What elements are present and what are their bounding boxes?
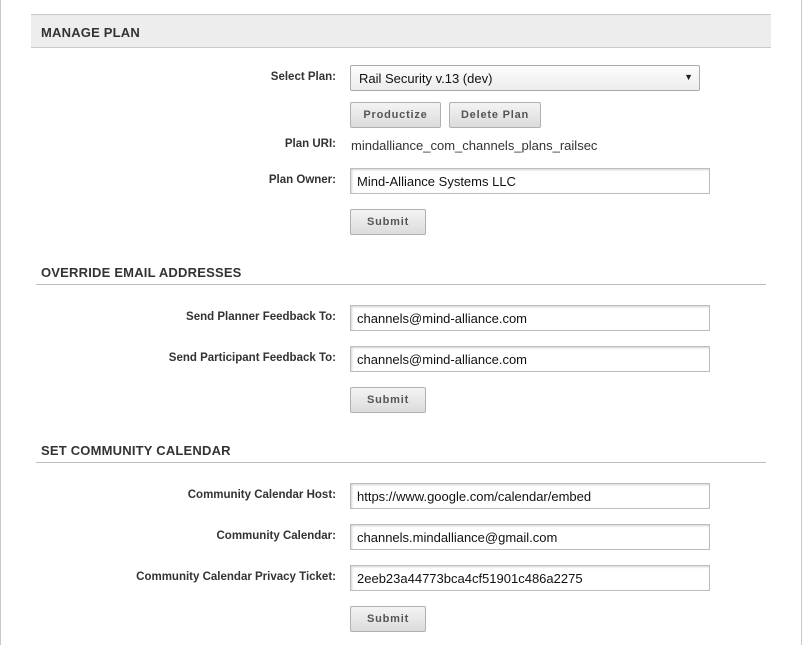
- community-calendar-divider: [36, 462, 766, 463]
- plan-select[interactable]: Rail Security v.13 (dev) ▼: [350, 65, 700, 91]
- select-plan-label: Select Plan:: [270, 71, 336, 83]
- privacy-ticket-label: Community Calendar Privacy Ticket:: [136, 571, 336, 583]
- plan-submit-button[interactable]: Submit: [350, 209, 426, 235]
- participant-feedback-label: Send Participant Feedback To:: [168, 352, 336, 364]
- override-email-divider: [36, 284, 766, 285]
- privacy-ticket-field[interactable]: [350, 565, 710, 591]
- participant-feedback-field[interactable]: [350, 346, 710, 372]
- selected-plan-text: Rail Security v.13 (dev): [359, 71, 493, 86]
- calendar-host-label: Community Calendar Host:: [187, 489, 336, 501]
- plan-owner-field[interactable]: [350, 168, 710, 194]
- community-calendar-label: Community Calendar:: [216, 530, 337, 542]
- community-calendar-title: SET COMMUNITY CALENDAR: [41, 443, 231, 458]
- email-submit-button[interactable]: Submit: [350, 387, 426, 413]
- override-email-title: OVERRIDE EMAIL ADDRESSES: [41, 265, 242, 280]
- delete-plan-button[interactable]: Delete Plan: [449, 102, 541, 128]
- chevron-down-icon: ▼: [684, 72, 693, 82]
- planner-feedback-label: Send Planner Feedback To:: [186, 311, 336, 323]
- community-calendar-field[interactable]: [350, 524, 710, 550]
- productize-button[interactable]: Productize: [350, 102, 441, 128]
- manage-plan-header: MANAGE PLAN: [31, 14, 771, 48]
- manage-plan-title: MANAGE PLAN: [41, 25, 140, 40]
- plan-owner-label: Plan Owner:: [268, 174, 336, 186]
- calendar-submit-button[interactable]: Submit: [350, 606, 426, 632]
- panel-border-left: [0, 0, 1, 645]
- calendar-host-field[interactable]: [350, 483, 710, 509]
- plan-uri-value: mindalliance_com_channels_plans_railsec: [351, 138, 598, 153]
- planner-feedback-field[interactable]: [350, 305, 710, 331]
- plan-uri-label: Plan URI:: [284, 138, 336, 150]
